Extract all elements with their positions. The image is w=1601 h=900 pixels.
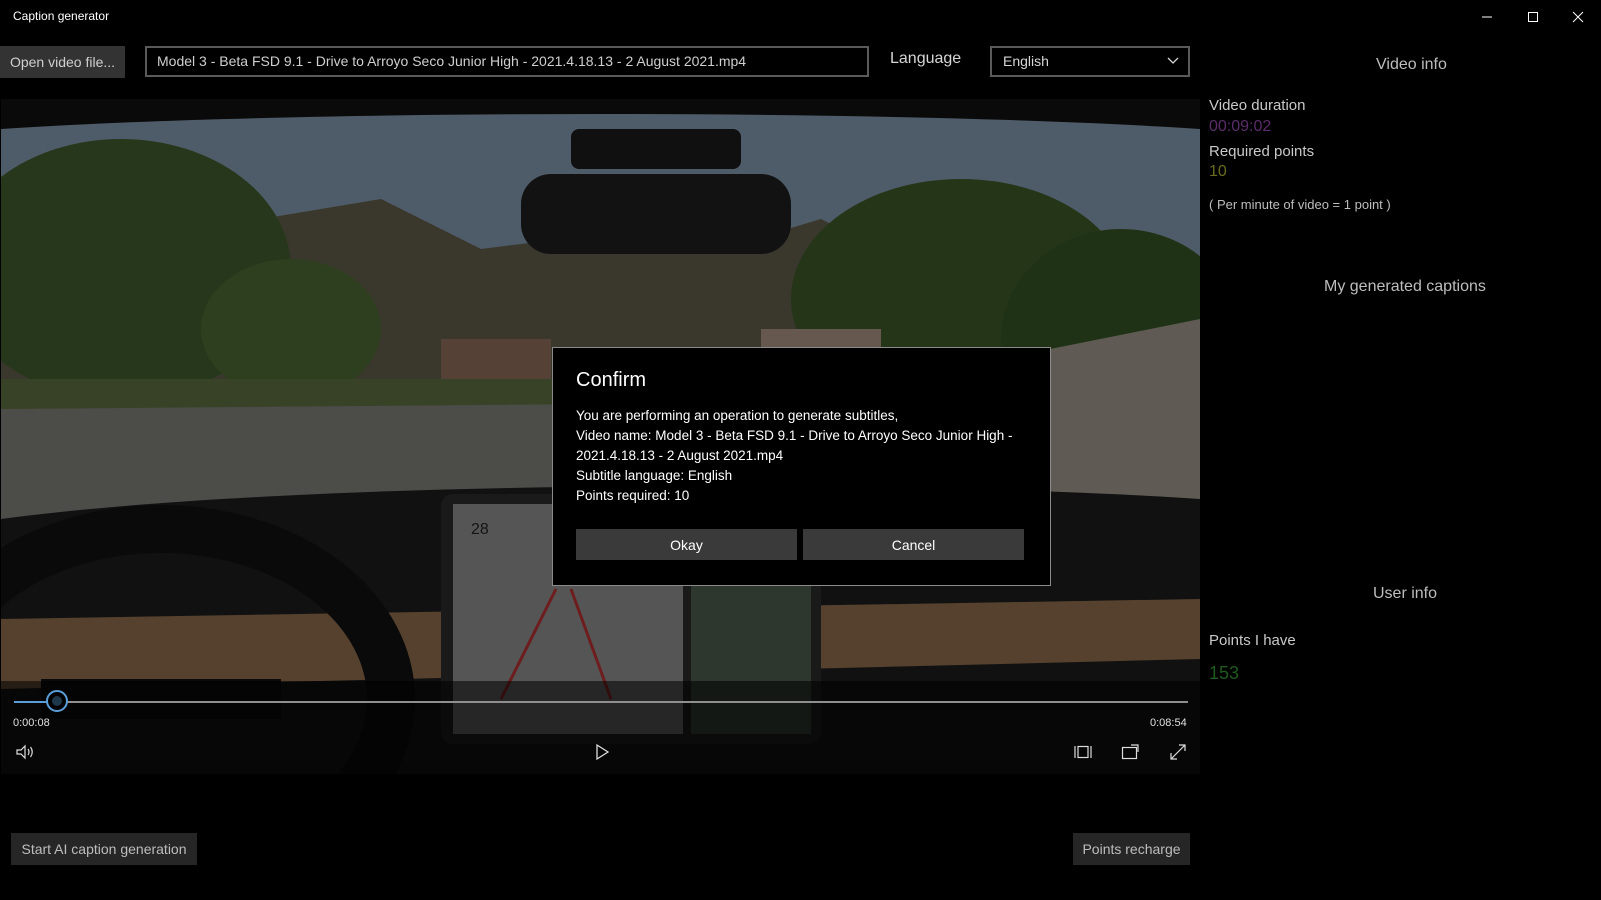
dialog-line-operation: You are performing an operation to gener… xyxy=(576,408,899,423)
confirm-dialog: Confirm You are performing an operation … xyxy=(552,347,1051,586)
dialog-message: You are performing an operation to gener… xyxy=(576,406,1026,506)
dialog-line-points: Points required: 10 xyxy=(576,488,690,503)
dialog-title: Confirm xyxy=(576,369,647,391)
dialog-line-language: Subtitle language: English xyxy=(576,468,733,483)
cancel-button[interactable]: Cancel xyxy=(803,529,1024,560)
app-window: Caption generator Open video file... Mod… xyxy=(0,0,1601,900)
okay-button[interactable]: Okay xyxy=(576,529,797,560)
dialog-line-video-name: Video name: Model 3 - Beta FSD 9.1 - Dri… xyxy=(576,428,1013,463)
